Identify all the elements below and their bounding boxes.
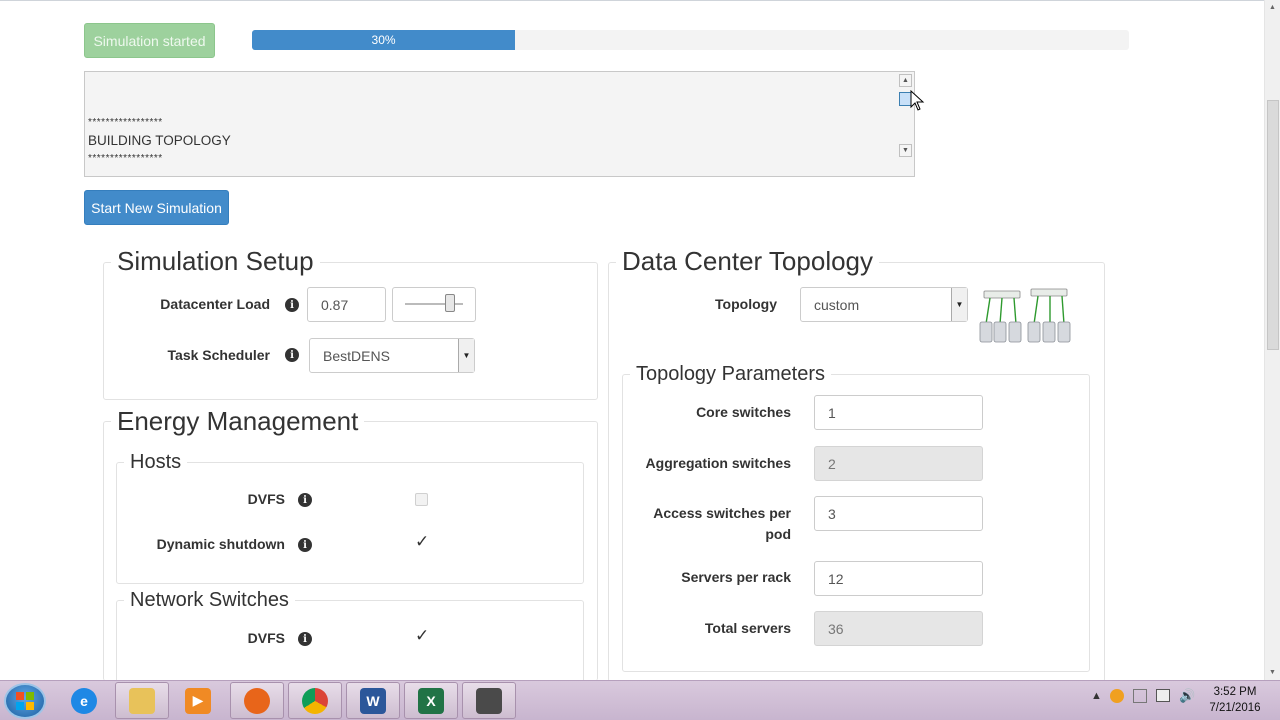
word-icon: W (360, 687, 386, 714)
simulation-log[interactable]: ***************** BUILDING TOPOLOGY ****… (84, 71, 915, 177)
taskbar-clock[interactable]: 3:52 PM 7/21/2016 (1200, 684, 1270, 716)
slider-handle[interactable] (445, 294, 455, 312)
dropdown-arrow-icon[interactable]: ▼ (951, 288, 967, 321)
chrome-taskbar-button[interactable] (288, 682, 342, 719)
media-player-icon: ▶ (185, 687, 211, 714)
datacenter-load-label: Datacenter Load (160, 296, 270, 312)
network-icon[interactable] (1156, 689, 1170, 702)
scroll-up-arrow-icon[interactable]: ▲ (899, 74, 912, 87)
dynamic-shutdown-checkbox[interactable]: ✓ (415, 533, 429, 550)
topology-value: custom (814, 296, 860, 313)
datacenter-load-input[interactable]: 0.87 (307, 287, 386, 322)
simulation-setup-title: Simulation Setup (111, 248, 320, 274)
switches-dvfs-label: DVFS (247, 630, 285, 646)
topology-label: Topology (715, 296, 777, 312)
start-new-simulation-button[interactable]: Start New Simulation (84, 190, 229, 225)
task-scheduler-select[interactable]: BestDENS ▼ (309, 338, 475, 373)
internet-explorer-icon: e (71, 687, 97, 714)
topology-parameters-title: Topology Parameters (630, 364, 831, 384)
aggregation-switches-label: Aggregation switches (645, 455, 791, 471)
dropdown-arrow-icon[interactable]: ▼ (458, 339, 474, 372)
network-switches-title: Network Switches (124, 590, 295, 610)
show-hidden-icons-icon[interactable]: ▲ (1091, 690, 1102, 702)
log-separator: ***************** (88, 152, 163, 164)
hosts-panel (116, 462, 584, 584)
topology-title: Data Center Topology (616, 248, 880, 274)
aggregation-switches-field: 2 (814, 446, 983, 481)
progress-label: 30% (371, 33, 396, 47)
hosts-dvfs-checkbox[interactable] (415, 493, 428, 506)
info-icon[interactable]: i (298, 538, 312, 552)
excel-icon: X (418, 687, 444, 714)
clock-time: 3:52 PM (1213, 686, 1257, 698)
dynamic-shutdown-label: Dynamic shutdown (156, 536, 285, 552)
mouse-cursor-icon (910, 90, 925, 111)
firefox-icon (244, 687, 270, 714)
log-line: BUILDING TOPOLOGY (88, 133, 231, 148)
progress-bar: 30% (252, 30, 1129, 50)
clock-date: 7/21/2016 (1209, 702, 1261, 714)
firefox-taskbar-button[interactable] (230, 682, 284, 719)
taskbar: e ▶ W X (0, 680, 1280, 720)
log-content: ***************** BUILDING TOPOLOGY ****… (88, 118, 231, 164)
simulation-setup-panel (103, 262, 598, 400)
info-icon[interactable]: i (298, 632, 312, 646)
topology-diagram-icon (979, 288, 1071, 343)
log-separator: ***************** (88, 117, 163, 128)
page-scroll-thumb[interactable] (1267, 100, 1279, 350)
word-taskbar-button[interactable]: W (346, 682, 400, 719)
chrome-icon (302, 687, 328, 714)
progress-bar-fill: 30% (252, 30, 516, 50)
topology-select[interactable]: custom ▼ (800, 287, 968, 322)
total-servers-field: 36 (814, 611, 983, 646)
action-center-icon[interactable] (1133, 689, 1147, 703)
servers-per-rack-input[interactable]: 12 (814, 561, 983, 596)
switches-dvfs-checkbox[interactable]: ✓ (415, 627, 429, 644)
windows-logo-icon (16, 692, 34, 710)
hosts-title: Hosts (124, 452, 188, 472)
access-switches-label-line2: pod (765, 526, 791, 542)
info-icon[interactable]: i (298, 493, 312, 507)
volume-icon[interactable]: 🔊 (1179, 688, 1195, 704)
app-icon (476, 687, 502, 714)
scroll-down-arrow-icon[interactable]: ▼ (899, 144, 912, 157)
windows-start-icon[interactable] (4, 683, 46, 719)
excel-taskbar-button[interactable]: X (404, 682, 458, 719)
energy-management-title: Energy Management (111, 408, 365, 434)
core-switches-input[interactable]: 1 (814, 395, 983, 430)
app-taskbar-button[interactable] (462, 682, 516, 719)
access-switches-label-line1: Access switches per (653, 505, 791, 521)
simulation-started-button[interactable]: Simulation started (84, 23, 215, 58)
info-icon[interactable]: i (285, 298, 299, 312)
task-scheduler-value: BestDENS (323, 347, 390, 364)
hosts-dvfs-label: DVFS (247, 491, 285, 507)
task-scheduler-label: Task Scheduler (167, 347, 270, 363)
access-switches-input[interactable]: 3 (814, 496, 983, 531)
media-player-taskbar-button[interactable]: ▶ (171, 682, 225, 719)
folder-icon (129, 687, 155, 714)
core-switches-label: Core switches (696, 404, 791, 420)
scroll-up-arrow-icon[interactable]: ▲ (1269, 4, 1276, 11)
total-servers-label: Total servers (704, 620, 791, 636)
file-explorer-taskbar-button[interactable] (115, 682, 169, 719)
page-top-border (0, 0, 1265, 1)
info-icon[interactable]: i (285, 348, 299, 362)
datacenter-load-slider[interactable] (392, 287, 476, 322)
servers-per-rack-label: Servers per rack (681, 569, 791, 585)
avast-icon[interactable] (1110, 689, 1124, 703)
page-scrollbar[interactable]: ▲ ▼ (1264, 0, 1280, 680)
scroll-down-arrow-icon[interactable]: ▼ (1269, 669, 1276, 676)
internet-explorer-taskbar-button[interactable]: e (57, 682, 111, 719)
log-scrollbar[interactable]: ▲ ▼ (899, 74, 913, 159)
